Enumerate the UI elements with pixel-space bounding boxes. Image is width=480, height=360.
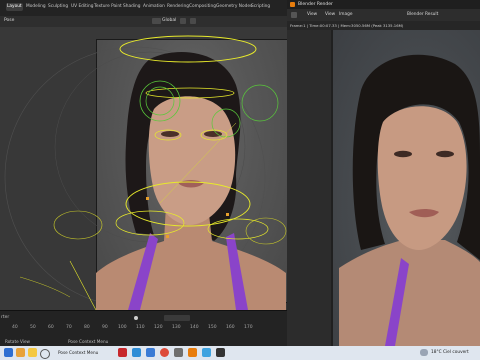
unity-icon[interactable]: [216, 348, 225, 357]
weather-text[interactable]: 18°C Ciel couvert: [431, 350, 469, 355]
file-explorer-icon[interactable]: [118, 348, 127, 357]
arm-l-control[interactable]: [53, 210, 103, 240]
blender-icon[interactable]: [188, 348, 197, 357]
arm-r-control[interactable]: [245, 217, 287, 245]
render-right-eye: [436, 150, 454, 158]
edge-icon[interactable]: [132, 348, 141, 357]
tab-compositing[interactable]: Compositing: [188, 3, 217, 11]
cortana-icon[interactable]: [40, 349, 50, 359]
tab-sculpting[interactable]: Sculpting: [47, 3, 69, 11]
mode-selector[interactable]: Pose: [4, 18, 14, 23]
tick-label: 170: [244, 325, 253, 330]
right-eye: [204, 131, 222, 137]
menu-view-2[interactable]: View: [325, 12, 335, 17]
left-eye: [161, 131, 179, 137]
render-menu-bar: View View Image Blender Result: [287, 9, 480, 21]
tab-shading[interactable]: Shading: [122, 3, 141, 11]
tab-scripting[interactable]: Scripting: [250, 3, 271, 11]
tick-label: 60: [48, 325, 54, 330]
render-info-bar: Frame:1 | Time:00:07.33 | Mem:3050.56M (…: [287, 21, 480, 30]
tick-label: 140: [190, 325, 199, 330]
render-face: [377, 106, 467, 250]
workspace-tabs-bar: Layout Modeling Sculpting UV Editing Tex…: [0, 0, 287, 16]
render-shoulders: [339, 240, 480, 346]
tick-label: 80: [84, 325, 90, 330]
render-result-slot[interactable]: Blender Result: [407, 12, 438, 17]
snap-icon[interactable]: [190, 18, 196, 24]
blender-logo-icon: [290, 2, 295, 7]
search-icon[interactable]: [16, 348, 25, 357]
tick-label: 160: [226, 325, 235, 330]
tab-modeling[interactable]: Modeling: [25, 3, 47, 11]
record-icon[interactable]: [134, 316, 138, 320]
store-icon[interactable]: [174, 348, 183, 357]
photos-icon[interactable]: [202, 348, 211, 357]
selected-bone-marker[interactable]: [166, 235, 169, 238]
tick-label: 130: [172, 325, 181, 330]
tick-label: 110: [136, 325, 145, 330]
menu-view[interactable]: View: [307, 12, 317, 17]
render-window-title: Blender Render: [298, 2, 333, 7]
tick-label: 100: [118, 325, 127, 330]
character-rig-view: [4, 35, 287, 310]
chrome-icon[interactable]: [160, 348, 169, 357]
timeline-panel[interactable]: rter 40 50 60 70 80 90 100 110 120 130 1…: [0, 310, 287, 346]
windows-start-icon[interactable]: [4, 348, 13, 357]
playback-controls[interactable]: [164, 315, 190, 321]
pivot-icon[interactable]: [180, 18, 186, 24]
status-rotate-view: Rotate View: [5, 339, 30, 344]
arm-bone: [69, 260, 97, 310]
render-stats: Frame:1 | Time:00:07.33 | Mem:3050.56M (…: [290, 23, 404, 28]
selected-bone-marker[interactable]: [146, 197, 149, 200]
tab-layout[interactable]: Layout: [6, 3, 23, 11]
status-context-menu: Pose Context Menu: [68, 339, 109, 344]
tick-label: 70: [66, 325, 72, 330]
timeline-frame-label: rter: [1, 315, 10, 320]
mail-icon[interactable]: [146, 348, 155, 357]
render-window: Blender Render View View Image Blender R…: [287, 0, 480, 346]
arm-bone-2: [19, 276, 71, 298]
editor-type-icon[interactable]: [291, 12, 297, 18]
tick-label: 90: [102, 325, 108, 330]
tick-label: 40: [12, 325, 18, 330]
task-view-icon[interactable]: [28, 348, 37, 357]
3d-viewport[interactable]: [0, 27, 287, 310]
tab-uv-editing[interactable]: UV Editing: [70, 3, 94, 11]
transform-orientation-icon[interactable]: [152, 18, 161, 24]
rendered-portrait: [339, 54, 480, 346]
tab-animation[interactable]: Animation: [142, 3, 166, 11]
render-left-eye: [394, 150, 412, 158]
weather-cloud-icon[interactable]: [420, 349, 428, 356]
windows-taskbar: Pose Context Menu 18°C Ciel couvert: [0, 346, 480, 360]
menu-image[interactable]: Image: [339, 12, 352, 17]
render-result-image: [333, 30, 480, 346]
global-orientation-dropdown[interactable]: Global: [162, 18, 176, 23]
ear-control-outer[interactable]: [241, 84, 279, 122]
tick-label: 120: [154, 325, 163, 330]
tab-geometry-nodes[interactable]: Geometry Nodes: [215, 3, 253, 11]
tick-label: 150: [208, 325, 217, 330]
blender-main-window: Layout Modeling Sculpting UV Editing Tex…: [0, 0, 287, 346]
tab-texture-paint[interactable]: Texture Paint: [93, 3, 123, 11]
tick-label: 50: [30, 325, 36, 330]
tab-rendering[interactable]: Rendering: [166, 3, 190, 11]
selected-bone-marker[interactable]: [226, 213, 229, 216]
render-titlebar: Blender Render: [287, 0, 480, 9]
taskbar-status-text: Pose Context Menu: [58, 350, 99, 355]
